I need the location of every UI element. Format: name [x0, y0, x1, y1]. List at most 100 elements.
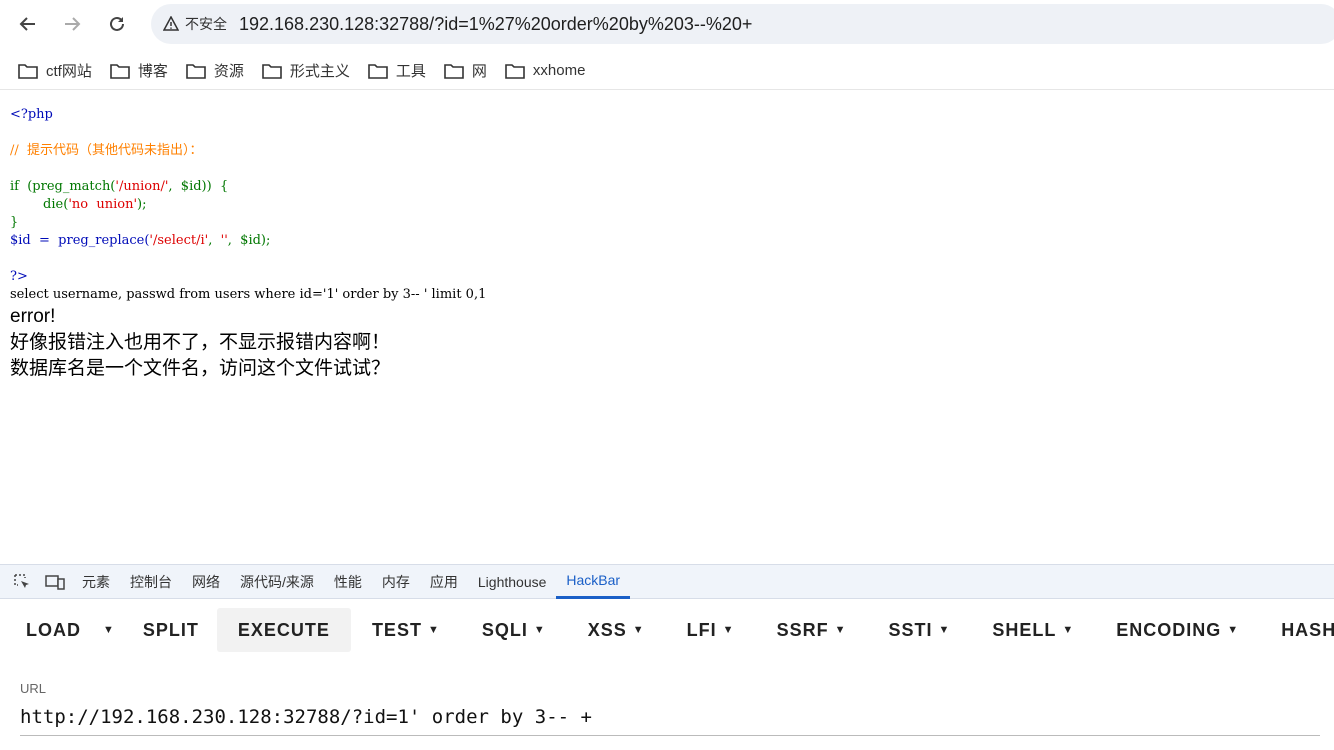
load-button[interactable]: LOAD: [0, 608, 93, 652]
ssti-label: SSTI: [888, 619, 933, 640]
php-close-tag: ?>: [10, 269, 28, 284]
arrow-left-icon: [19, 17, 35, 31]
reload-icon: [110, 16, 124, 31]
caret-down-icon: ▼: [103, 624, 115, 636]
encoding-menu-button[interactable]: ENCODING ▼: [1095, 608, 1260, 652]
tab-memory[interactable]: 内存: [372, 565, 420, 599]
tab-network[interactable]: 网络: [182, 565, 230, 599]
hackbar-toolbar: LOAD ▼ SPLIT EXECUTE TEST ▼ SQLI ▼ XSS ▼ LF…: [0, 600, 1334, 660]
bookmark-label: 博客: [137, 63, 168, 80]
address-bar[interactable]: 不安全 192.168.230.128:32788/?id=1%27%20ord…: [151, 4, 1334, 44]
caret-down-icon: ▼: [834, 624, 847, 636]
split-button[interactable]: SPLIT: [125, 608, 217, 652]
sqli-label: SQLI: [481, 619, 528, 640]
caret-down-icon: ▼: [938, 624, 951, 636]
folder-icon: [110, 63, 130, 79]
folder-icon: [444, 63, 464, 79]
code-line: }: [10, 215, 19, 230]
folder-icon: [262, 63, 282, 79]
code-line: , $id)) {: [168, 179, 229, 194]
security-indicator[interactable]: 不安全: [163, 14, 227, 34]
device-icon: [45, 574, 65, 590]
execute-button[interactable]: EXECUTE: [216, 608, 351, 652]
url-field-label: URL: [20, 681, 47, 696]
bookmark-label: ctf网站: [46, 63, 92, 80]
lfi-menu-button[interactable]: LFI ▼: [666, 608, 756, 652]
arrow-right-icon: [65, 17, 81, 31]
folder-icon: [505, 63, 525, 79]
xss-label: XSS: [587, 619, 627, 640]
bookmark-folder[interactable]: ctf网站: [18, 60, 92, 81]
hint-line-2: 数据库名是一个文件名，访问这个文件试试？: [10, 358, 391, 379]
caret-down-icon: ▼: [1062, 624, 1075, 636]
tab-lighthouse[interactable]: Lighthouse: [468, 565, 557, 599]
tab-console[interactable]: 控制台: [120, 565, 182, 599]
reload-button[interactable]: [103, 10, 131, 38]
bookmark-label: 网: [471, 63, 487, 80]
ssrf-menu-button[interactable]: SSRF ▼: [756, 608, 868, 652]
test-menu-button[interactable]: TEST ▼: [351, 608, 461, 652]
ssti-menu-button[interactable]: SSTI ▼: [867, 608, 971, 652]
xss-menu-button[interactable]: XSS ▼: [567, 608, 666, 652]
caret-down-icon: ▼: [1227, 624, 1240, 636]
warning-icon: [163, 16, 179, 31]
encoding-label: ENCODING: [1116, 619, 1222, 640]
code-line: if (preg_match(: [10, 179, 116, 194]
code-line: );: [137, 197, 147, 212]
tab-sources[interactable]: 源代码/来源: [230, 565, 324, 599]
folder-icon: [186, 63, 206, 79]
inspect-element-button[interactable]: [11, 571, 33, 593]
execute-label: EXECUTE: [237, 619, 330, 640]
code-string: '': [220, 233, 228, 248]
devtools-tabbar: 元素 控制台 网络 源代码/来源 性能 内存 应用 Lighthouse Hac…: [0, 564, 1334, 599]
php-source: <?php // 提示代码（其他代码未指出）： if (preg_match('…: [10, 106, 1310, 286]
page-content: <?php // 提示代码（其他代码未指出）： if (preg_match('…: [10, 106, 1310, 382]
code-line: $id = preg_replace(: [10, 233, 150, 248]
tab-performance[interactable]: 性能: [324, 565, 372, 599]
bookmark-label: 资源: [213, 63, 244, 80]
code-comment: // 提示代码（其他代码未指出）：: [10, 143, 203, 158]
caret-down-icon: ▼: [632, 624, 645, 636]
code-line: ,: [208, 233, 221, 248]
back-button[interactable]: [14, 10, 42, 38]
bookmark-folder[interactable]: 工具: [368, 60, 426, 81]
hashing-menu-button[interactable]: HASHING: [1260, 608, 1334, 652]
code-string: '/select/i': [149, 233, 209, 248]
bookmark-folder[interactable]: 博客: [110, 60, 168, 81]
load-label: LOAD: [26, 619, 81, 640]
bookmark-folder[interactable]: 网: [444, 60, 487, 81]
bookmarks-bar: ctf网站 博客 资源 形式主义 工具 网 xxhome: [0, 52, 1334, 90]
sql-query-output: select username, passwd from users where…: [10, 287, 487, 302]
caret-down-icon: ▼: [722, 624, 735, 636]
tab-hackbar[interactable]: HackBar: [556, 565, 631, 599]
lfi-label: LFI: [686, 619, 717, 640]
shell-label: SHELL: [992, 619, 1057, 640]
bookmark-label: 形式主义: [289, 63, 350, 80]
folder-icon: [368, 63, 388, 79]
folder-icon: [18, 63, 38, 79]
bookmark-folder[interactable]: 资源: [186, 60, 244, 81]
tab-elements[interactable]: 元素: [72, 565, 120, 599]
split-label: SPLIT: [142, 619, 199, 640]
error-message: error!: [10, 306, 56, 327]
tab-application[interactable]: 应用: [420, 565, 468, 599]
shell-menu-button[interactable]: SHELL ▼: [971, 608, 1095, 652]
test-label: TEST: [371, 619, 422, 640]
hackbar-url-input[interactable]: http://192.168.230.128:32788/?id=1' orde…: [20, 706, 1320, 736]
bookmark-folder[interactable]: xxhome: [505, 62, 586, 79]
load-dropdown-button[interactable]: ▼: [93, 608, 125, 652]
sqli-menu-button[interactable]: SQLI ▼: [461, 608, 567, 652]
hint-line-1: 好像报错注入也用不了，不显示报错内容啊！: [10, 332, 391, 353]
forward-button[interactable]: [58, 10, 86, 38]
code-string: '/union/': [115, 179, 169, 194]
bookmark-label: 工具: [395, 63, 426, 80]
code-line: , $id);: [227, 233, 271, 248]
bookmark-label: xxhome: [532, 62, 586, 79]
inspect-icon: [14, 573, 29, 588]
browser-toolbar: 不安全 192.168.230.128:32788/?id=1%27%20ord…: [0, 0, 1334, 48]
caret-down-icon: ▼: [427, 624, 440, 636]
address-url[interactable]: 192.168.230.128:32788/?id=1%27%20order%2…: [239, 14, 752, 35]
ssrf-label: SSRF: [776, 619, 829, 640]
device-toolbar-button[interactable]: [44, 571, 66, 593]
bookmark-folder[interactable]: 形式主义: [262, 60, 350, 81]
